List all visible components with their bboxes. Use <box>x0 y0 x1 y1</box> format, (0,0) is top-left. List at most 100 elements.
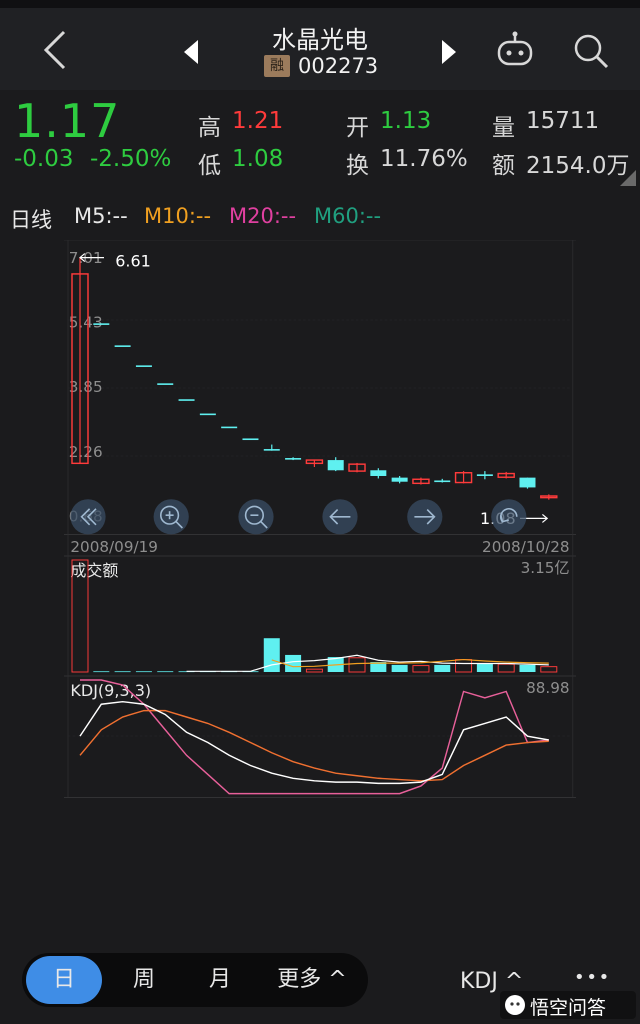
max-price-label: 6.61 <box>115 251 151 270</box>
candle-8 <box>242 438 259 441</box>
end-date: 2008/10/28 <box>482 538 570 556</box>
price-change-percent: -2.50% <box>90 146 172 172</box>
low-label: 低 <box>198 153 221 179</box>
candle-body <box>327 460 344 471</box>
candle-body <box>157 383 174 385</box>
turnover-label: 换 <box>346 153 369 179</box>
kdj-max-label: 88.98 <box>526 679 569 697</box>
volume-bar-21 <box>519 664 536 672</box>
kline-chart[interactable]: 7.015.433.852.260.68 6.61 1.08 2008/09/1… <box>0 240 640 800</box>
kdj-k-line <box>79 700 549 785</box>
zoom-in-button[interactable] <box>153 499 189 535</box>
candlestick-series <box>71 257 558 500</box>
more-options-icon[interactable]: • • • <box>574 967 609 988</box>
search-icon[interactable] <box>572 32 610 70</box>
amount-value: 2154.0万 <box>526 153 630 179</box>
candle-body <box>135 365 152 367</box>
ma60-label: M60:-- <box>314 204 382 228</box>
volume-title: 成交额 <box>70 561 118 580</box>
navigation-bar: 水晶光电 融 002273 <box>0 8 640 90</box>
candle-9 <box>263 444 280 451</box>
volume-bar-16 <box>412 665 430 673</box>
move-left-button[interactable] <box>322 499 358 535</box>
ma5-label: M5:-- <box>74 204 128 228</box>
ma20-label: M20:-- <box>229 204 297 228</box>
candle-10 <box>285 457 302 461</box>
tab-week[interactable]: 周 <box>106 956 182 1004</box>
candle-7 <box>221 426 238 429</box>
start-date: 2008/09/19 <box>70 538 158 556</box>
zoom-out-button[interactable] <box>238 499 274 535</box>
period-label: 日线 <box>10 208 52 232</box>
stock-name: 水晶光电 <box>272 26 368 54</box>
volume-bar-18 <box>455 659 473 673</box>
volume-bar-13 <box>348 657 366 673</box>
volume-label: 量 <box>492 115 515 141</box>
volume-bar-19 <box>476 663 493 672</box>
volume-max-label: 3.15亿 <box>521 559 570 577</box>
volume-bar-10 <box>285 654 302 672</box>
tab-more[interactable]: 更多 ^ <box>262 956 362 1004</box>
low-value: 1.08 <box>232 146 284 172</box>
ma10-label: M10:-- <box>144 204 212 228</box>
wukong-logo-icon <box>505 995 525 1015</box>
price-axis: 7.015.433.852.260.68 <box>69 249 103 525</box>
price-tick-2: 3.85 <box>69 378 103 396</box>
candle-12 <box>327 457 344 472</box>
move-right-button[interactable] <box>407 499 443 535</box>
tab-month[interactable]: 月 <box>182 956 258 1004</box>
volume-bar-11 <box>305 668 323 673</box>
candle-17 <box>434 478 451 483</box>
volume-series <box>71 559 558 673</box>
candle-18 <box>454 471 473 484</box>
watermark: 悟空问答 <box>500 991 636 1019</box>
chart-controls <box>70 499 527 535</box>
volume-bar-2 <box>114 671 131 673</box>
tab-day[interactable]: 日 <box>26 956 102 1004</box>
candle-16 <box>412 477 430 485</box>
open-label: 开 <box>346 115 369 141</box>
candle-body <box>434 480 451 483</box>
price-tick-3: 2.26 <box>69 443 103 461</box>
candle-5 <box>178 399 195 401</box>
kdj-d-line <box>79 709 549 782</box>
candle-body <box>391 477 408 482</box>
volume-bar-20 <box>497 663 515 673</box>
candle-3 <box>135 365 152 367</box>
candle-4 <box>157 383 174 385</box>
high-label: 高 <box>198 115 221 141</box>
candle-body <box>476 474 493 476</box>
candle-2 <box>114 345 131 347</box>
corner-expand-icon[interactable] <box>620 170 636 186</box>
candle-body <box>178 399 195 401</box>
candle-body <box>242 438 259 441</box>
stock-code: 002273 <box>298 54 379 78</box>
candle-15 <box>391 475 408 484</box>
quote-panel: 1.17 -0.03 -2.50% 高 1.21 低 1.08 开 1.13 换… <box>0 90 640 190</box>
candle-body <box>519 477 536 488</box>
current-price: 1.17 <box>14 94 121 148</box>
turnover-value: 11.76% <box>380 146 468 172</box>
candle-21 <box>519 477 536 489</box>
volume-bar-22 <box>540 666 558 673</box>
candle-body <box>263 449 280 451</box>
scroll-left-button[interactable] <box>70 499 106 535</box>
price-tick-0: 7.01 <box>69 249 103 267</box>
reset-button[interactable] <box>491 499 527 535</box>
candle-body <box>93 323 110 325</box>
high-value: 1.21 <box>232 108 284 134</box>
candle-6 <box>199 413 216 416</box>
candle-body <box>370 470 387 476</box>
watermark-text: 悟空问答 <box>530 997 607 1019</box>
price-change: -0.03 <box>14 146 74 172</box>
candle-13 <box>348 462 366 473</box>
volume-value: 15711 <box>526 108 600 134</box>
robot-assistant-icon[interactable] <box>496 30 534 70</box>
bottom-toolbar: 日 周 月 更多 ^ KDJ ^ • • • 悟空问答 <box>0 945 640 1024</box>
next-stock-icon[interactable] <box>438 38 460 66</box>
candle-22 <box>540 494 558 500</box>
candle-0 <box>71 257 89 465</box>
candle-14 <box>370 468 387 479</box>
status-bar <box>0 0 640 8</box>
ma-indicator-row[interactable]: 日线 M5:-- M10:-- M20:-- M60:-- <box>0 196 640 238</box>
